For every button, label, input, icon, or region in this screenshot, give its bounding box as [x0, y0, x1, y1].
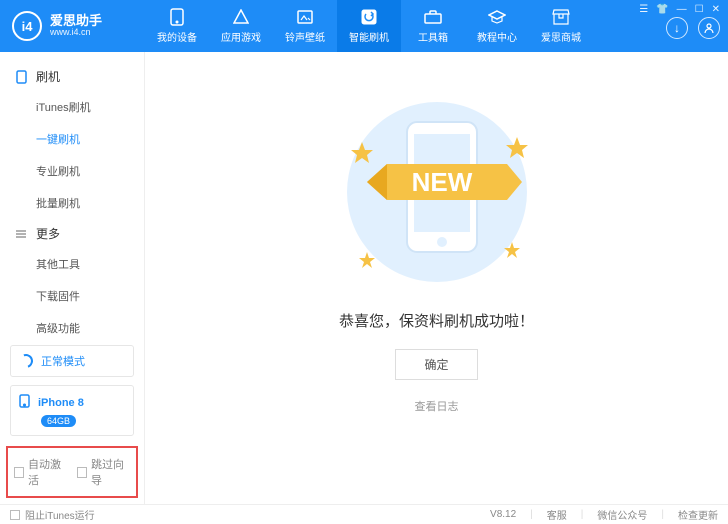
- auto-activate-checkbox[interactable]: 自动激活: [14, 456, 67, 488]
- footer-link-update[interactable]: 检查更新: [678, 507, 718, 522]
- user-icon[interactable]: [698, 17, 720, 39]
- logo-icon: i4: [12, 11, 42, 41]
- sidebar-item-oneclick-flash[interactable]: 一键刷机: [0, 123, 144, 155]
- flash-icon: [360, 8, 378, 26]
- sidebar-options-box: 自动激活 跳过向导: [6, 446, 138, 498]
- phone-icon: [168, 8, 186, 26]
- sidebar: 刷机 iTunes刷机 一键刷机 专业刷机 批量刷机 更多 其他工具 下载固件 …: [0, 52, 145, 504]
- close-icon[interactable]: ✕: [712, 4, 720, 15]
- tab-label: 应用游戏: [221, 29, 261, 44]
- success-message: 恭喜您，保资料刷机成功啦！: [339, 310, 534, 331]
- checkbox-icon: [10, 510, 20, 520]
- more-icon: [14, 227, 28, 241]
- refresh-icon: [17, 352, 36, 371]
- logo-area[interactable]: i4 爱思助手 www.i4.cn: [0, 0, 145, 52]
- menu-icon[interactable]: ☰: [639, 4, 648, 15]
- minimize-icon[interactable]: —: [677, 4, 687, 15]
- tutorial-icon: [488, 8, 506, 26]
- tab-label: 智能刷机: [349, 29, 389, 44]
- footer-link-support[interactable]: 客服: [547, 507, 567, 522]
- confirm-button[interactable]: 确定: [395, 349, 477, 380]
- app-name: 爱思助手: [50, 14, 102, 28]
- checkbox-icon: [14, 467, 24, 478]
- header-right: ☰ 👕 — ☐ ✕ ↓: [639, 0, 728, 39]
- window-controls: ☰ 👕 — ☐ ✕: [639, 0, 720, 15]
- device-phone-icon: [19, 394, 30, 411]
- mode-label: 正常模式: [41, 353, 85, 369]
- footer: 阻止iTunes运行 V8.12 | 客服 | 微信公众号 | 检查更新: [0, 504, 728, 524]
- account-icons: ↓: [666, 17, 720, 39]
- apps-icon: [232, 8, 250, 26]
- tab-label: 铃声壁纸: [285, 29, 325, 44]
- tab-my-device[interactable]: 我的设备: [145, 0, 209, 52]
- svg-text:NEW: NEW: [411, 167, 472, 197]
- tab-ringtones[interactable]: 铃声壁纸: [273, 0, 337, 52]
- mode-indicator[interactable]: 正常模式: [10, 345, 134, 377]
- body: 刷机 iTunes刷机 一键刷机 专业刷机 批量刷机 更多 其他工具 下载固件 …: [0, 52, 728, 504]
- tab-label: 工具箱: [418, 29, 448, 44]
- footer-right: V8.12 | 客服 | 微信公众号 | 检查更新: [490, 507, 718, 522]
- header: i4 爱思助手 www.i4.cn 我的设备 应用游戏 铃声壁纸 智能刷机 工具…: [0, 0, 728, 52]
- download-icon[interactable]: ↓: [666, 17, 688, 39]
- tab-label: 我的设备: [157, 29, 197, 44]
- tab-label: 教程中心: [477, 29, 517, 44]
- app-url: www.i4.cn: [50, 28, 102, 38]
- device-name-row: iPhone 8: [19, 394, 125, 411]
- skin-icon[interactable]: 👕: [656, 4, 668, 15]
- sidebar-item-advanced[interactable]: 高级功能: [0, 312, 144, 344]
- sidebar-item-download-firmware[interactable]: 下载固件: [0, 280, 144, 312]
- device-card[interactable]: iPhone 8 64GB: [10, 385, 134, 436]
- main-content: NEW 恭喜您，保资料刷机成功啦！ 确定 查看日志: [145, 52, 728, 504]
- view-log-link[interactable]: 查看日志: [415, 398, 459, 414]
- block-itunes-label: 阻止iTunes运行: [25, 507, 95, 522]
- section-title: 更多: [36, 225, 60, 242]
- tab-toolbox[interactable]: 工具箱: [401, 0, 465, 52]
- sidebar-section-flash[interactable]: 刷机: [0, 62, 144, 91]
- sidebar-scroll: 刷机 iTunes刷机 一键刷机 专业刷机 批量刷机 更多 其他工具 下载固件 …: [0, 52, 144, 345]
- success-illustration: NEW: [307, 92, 567, 292]
- footer-link-wechat[interactable]: 微信公众号: [597, 507, 647, 522]
- tab-apps[interactable]: 应用游戏: [209, 0, 273, 52]
- toolbox-icon: [424, 8, 442, 26]
- checkbox-icon: [77, 467, 87, 478]
- skip-guide-checkbox[interactable]: 跳过向导: [77, 456, 130, 488]
- tab-store[interactable]: 爱思商城: [529, 0, 593, 52]
- sidebar-item-pro-flash[interactable]: 专业刷机: [0, 155, 144, 187]
- store-icon: [552, 8, 570, 26]
- storage-badge: 64GB: [41, 415, 76, 427]
- version-label: V8.12: [490, 509, 516, 520]
- tab-flash[interactable]: 智能刷机: [337, 0, 401, 52]
- sidebar-item-batch-flash[interactable]: 批量刷机: [0, 187, 144, 219]
- device-name: iPhone 8: [38, 397, 84, 409]
- tab-label: 爱思商城: [541, 29, 581, 44]
- section-title: 刷机: [36, 68, 60, 85]
- maximize-icon[interactable]: ☐: [695, 4, 704, 15]
- tab-tutorials[interactable]: 教程中心: [465, 0, 529, 52]
- header-tabs: 我的设备 应用游戏 铃声壁纸 智能刷机 工具箱 教程中心 爱思商城: [145, 0, 593, 52]
- sidebar-item-itunes-flash[interactable]: iTunes刷机: [0, 91, 144, 123]
- phone-outline-icon: [14, 70, 28, 84]
- sidebar-section-more[interactable]: 更多: [0, 219, 144, 248]
- sidebar-item-other-tools[interactable]: 其他工具: [0, 248, 144, 280]
- wallpaper-icon: [296, 8, 314, 26]
- block-itunes-checkbox[interactable]: 阻止iTunes运行: [10, 507, 95, 522]
- logo-text: 爱思助手 www.i4.cn: [50, 14, 102, 38]
